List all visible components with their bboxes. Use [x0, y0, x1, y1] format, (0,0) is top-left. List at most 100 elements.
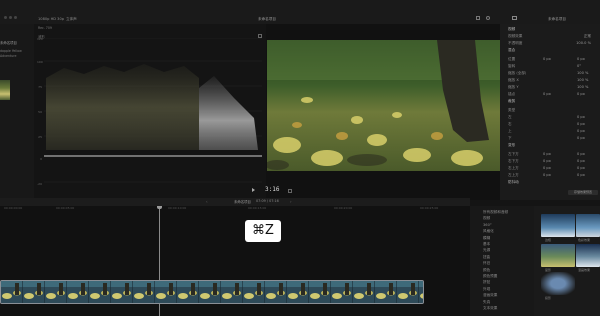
inspector-row[interactable]: 左 0 px: [505, 115, 595, 120]
effect-thumb-1[interactable]: [541, 214, 575, 237]
effects-category-item[interactable]: 光源: [476, 248, 532, 254]
forward-arrow-icon[interactable]: ›: [290, 199, 292, 204]
inspector-row[interactable]: 右下方 0 px 0 px: [505, 159, 595, 164]
zoom-window-icon[interactable]: [14, 16, 17, 19]
inspector-row-value-x[interactable]: 0 px: [543, 159, 551, 163]
effects-category-item[interactable]: 风格化: [476, 229, 532, 235]
play-button[interactable]: [252, 188, 255, 192]
effects-category-item[interactable]: 怀旧: [476, 261, 532, 267]
effects-category-item[interactable]: 拼贴: [476, 280, 532, 286]
inspector-row-value-x[interactable]: 0 px: [543, 57, 551, 61]
inspector-toggle-icon[interactable]: [512, 16, 517, 20]
inspector-row[interactable]: 视频效果 正常: [505, 34, 595, 39]
effects-category-item[interactable]: 外观: [476, 287, 532, 293]
effect-thumb-4-label: 漫画效果: [578, 268, 591, 272]
inspector-row[interactable]: 不透明度 100.0 %: [505, 41, 595, 46]
inspector-row[interactable]: 防抖动: [505, 180, 595, 185]
effects-category-item[interactable]: 360°: [476, 223, 532, 229]
inspector-row[interactable]: 类型: [505, 108, 595, 113]
inspector-row-value-y[interactable]: 100 %: [577, 85, 588, 89]
inspector-row[interactable]: 左上方 0 px 0 px: [505, 173, 595, 178]
clip-filmstrip: [1, 281, 423, 303]
inspector-row[interactable]: 锚点 0 px 0 px: [505, 92, 595, 97]
inspector-row-label: 防抖动: [508, 180, 519, 184]
inspector-row-value-y[interactable]: 0 px: [577, 129, 585, 133]
effect-thumb-4[interactable]: [576, 244, 600, 267]
minimize-window-icon[interactable]: [9, 16, 12, 19]
inspector-row-label: 左: [508, 115, 512, 119]
timecode-3: 00:00:15:00: [248, 206, 267, 210]
inspector-row-value-y[interactable]: 0 px: [577, 115, 585, 119]
inspector-row-value-x[interactable]: 0 px: [543, 173, 551, 177]
effect-thumb-5-label: 投影: [545, 296, 552, 300]
effects-category-item[interactable]: 颜色: [476, 268, 532, 274]
inspector-row-label: 位置: [508, 57, 516, 61]
inspector-row-value-y[interactable]: 0 px: [577, 92, 585, 96]
inspector-row[interactable]: 左下方 0 px 0 px: [505, 152, 595, 157]
inspector-row-value-y[interactable]: 0 px: [577, 159, 585, 163]
timecode-5: 00:00:25:00: [420, 206, 439, 210]
inspector-row-value-y[interactable]: 100 %: [577, 78, 588, 82]
inspector-row[interactable]: 下 0 px: [505, 136, 595, 141]
timeline-duration: 07:09 / 07:16: [256, 199, 279, 203]
effects-category-item[interactable]: 视频: [476, 216, 532, 222]
inspector-row-value[interactable]: 正常: [584, 34, 591, 39]
inspector-row[interactable]: 右上方 0 px 0 px: [505, 166, 595, 171]
inspector-row-value-x[interactable]: 0 px: [543, 166, 551, 170]
timeline-clip[interactable]: [0, 280, 424, 304]
playhead-handle[interactable]: [157, 206, 162, 209]
inspector-row-value-y[interactable]: 0 px: [577, 122, 585, 126]
browser-clip-thumbnail[interactable]: [0, 80, 10, 100]
inspector-row-value-y[interactable]: 0°: [577, 64, 581, 68]
inspector-row-value-y[interactable]: 0 px: [577, 166, 585, 170]
inspector-row-label: 右: [508, 122, 512, 126]
inspector-row[interactable]: 上 0 px: [505, 129, 595, 134]
inspector-row-value-x[interactable]: 0 px: [543, 152, 551, 156]
close-window-icon[interactable]: [4, 16, 7, 19]
filter-icon[interactable]: [486, 16, 490, 20]
effect-thumb-5[interactable]: [541, 272, 575, 295]
inspector-row-label: 变形: [508, 143, 516, 147]
inspector-row[interactable]: 右 0 px: [505, 122, 595, 127]
timecode-2: 00:00:10:00: [168, 206, 187, 210]
inspector-row[interactable]: 旋转 0°: [505, 64, 595, 69]
inspector-row[interactable]: 缩放 (全部) 100 %: [505, 71, 595, 76]
save-effects-preset-button[interactable]: 存储效果预置: [568, 190, 598, 195]
inspector-row-value-y[interactable]: 0 px: [577, 152, 585, 156]
inspector-row[interactable]: 缩放 Y 100 %: [505, 85, 595, 90]
effect-thumb-2[interactable]: [576, 214, 600, 237]
inspector-row-label: 左下方: [508, 152, 519, 156]
inspector-row[interactable]: 裁剪: [505, 99, 595, 104]
effects-category-item[interactable]: 扭曲: [476, 255, 532, 261]
effects-category-item[interactable]: 文本效果: [476, 306, 532, 312]
inspector-row[interactable]: 变形: [505, 143, 595, 148]
inspector-row-value-y[interactable]: 100 %: [577, 71, 588, 75]
inspector-row-value[interactable]: 100.0 %: [576, 41, 591, 45]
inspector-row-label: 缩放 Y: [508, 85, 519, 89]
timecode-4: 00:00:20:00: [334, 206, 353, 210]
effects-category-item[interactable]: 模糊: [476, 236, 532, 242]
inspector-row-value-y[interactable]: 0 px: [577, 57, 585, 61]
inspector-row[interactable]: 位置 0 px 0 px: [505, 57, 595, 62]
inspector-row-label: 视频效果: [508, 34, 523, 38]
timeline-project-title: 未命名项目: [234, 200, 251, 204]
inspector-row-value-x[interactable]: 0 px: [543, 92, 551, 96]
inspector-row-value-y[interactable]: 0 px: [577, 173, 585, 177]
inspector-row-label: 缩放 (全部): [508, 71, 527, 75]
scope-tick-120: 120: [37, 37, 43, 41]
browser-item-title[interactable]: 未命名项目: [0, 40, 17, 45]
back-arrow-icon[interactable]: ‹: [206, 199, 208, 204]
library-format-label: 1080p HD 30p: [38, 17, 65, 21]
effects-category-item[interactable]: 失真: [476, 300, 532, 306]
grid-view-icon[interactable]: [476, 16, 480, 20]
inspector-header: 视频: [508, 27, 516, 31]
inspector-row-value-y[interactable]: 0 px: [577, 136, 585, 140]
effect-thumb-3[interactable]: [541, 244, 575, 267]
inspector-row-label: 锚点: [508, 92, 516, 96]
effects-category-item[interactable]: 漫画效果: [476, 293, 532, 299]
fullscreen-icon[interactable]: [288, 189, 292, 193]
inspector-row[interactable]: 混合: [505, 48, 595, 53]
inspector-row-label: 旋转: [508, 64, 516, 68]
inspector-row[interactable]: 缩放 X 100 %: [505, 78, 595, 83]
undo-shortcut-glyph: ⌘Z: [252, 223, 274, 238]
